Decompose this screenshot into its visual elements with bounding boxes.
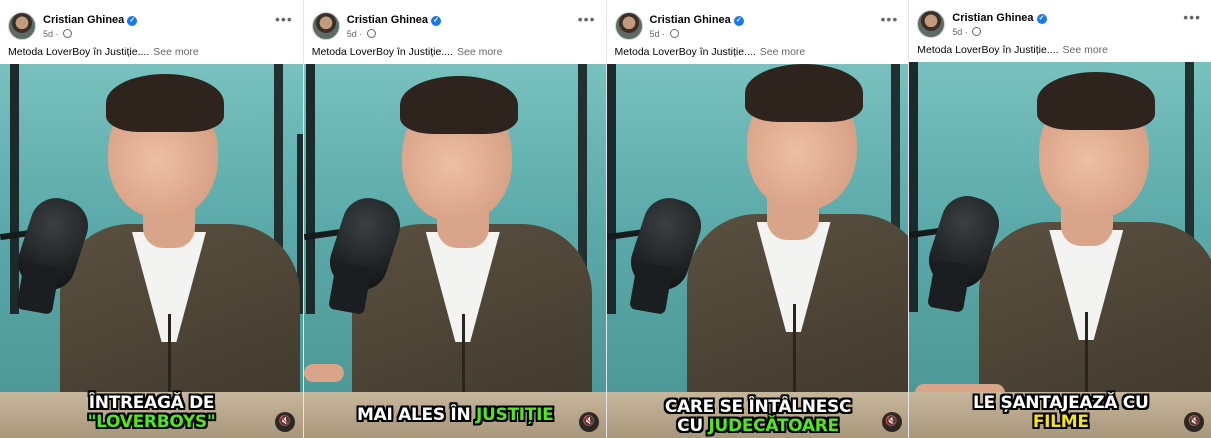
muted-speaker-icon[interactable]: 🔇: [275, 412, 295, 432]
video-subtitle: ÎNTREAGĂ DE "LOVERBOYS": [0, 394, 303, 432]
see-more-link[interactable]: See more: [457, 46, 503, 58]
verified-badge-icon: ✓: [1036, 14, 1047, 24]
video-subtitle: MAI ALES ÎN JUSTIȚIE: [357, 405, 554, 425]
subtitle-highlight: FILME: [1032, 412, 1089, 432]
post-header: Cristian Ghinea ✓ 5d · •••: [311, 11, 598, 40]
post-time[interactable]: 5d: [347, 29, 357, 39]
video-post: Cristian Ghinea ✓ 5d · ••• Metoda LoverBo…: [605, 0, 910, 438]
post-header: Cristian Ghinea ✓ 5d · •••: [917, 9, 1203, 38]
caption-text: Metoda LoverBoy în Justiție....: [917, 44, 1059, 56]
post-header: Cristian Ghinea ✓ 5d · •••: [614, 11, 901, 40]
avatar[interactable]: [311, 12, 340, 40]
post-caption: Metoda LoverBoy în Justiție.... See more: [312, 46, 503, 58]
more-options-icon[interactable]: •••: [881, 11, 899, 27]
muted-speaker-icon[interactable]: 🔇: [881, 412, 902, 432]
caption-text: Metoda LoverBoy în Justiție....: [614, 46, 756, 58]
verified-badge-icon: ✓: [431, 16, 442, 26]
verified-badge-icon: ✓: [733, 16, 744, 26]
more-options-icon[interactable]: •••: [275, 11, 293, 27]
verified-badge-icon: ✓: [127, 16, 138, 26]
video-player[interactable]: MAI ALES ÎN JUSTIȚIE 🔇: [303, 64, 607, 438]
see-more-link[interactable]: See more: [1063, 44, 1109, 56]
video-post: Cristian Ghinea ✓ 5d · ••• Metoda LoverBo…: [302, 0, 607, 438]
subtitle-line: ÎNTREAGĂ DE: [88, 393, 215, 413]
avatar[interactable]: [917, 10, 946, 38]
globe-icon: [669, 29, 679, 38]
avatar[interactable]: [8, 12, 36, 40]
subtitle-line: CARE SE ÎNTÂLNESC: [664, 397, 852, 417]
video-post: Cristian Ghinea ✓ 5d · ••• Metoda LoverBo…: [908, 0, 1211, 438]
video-player[interactable]: CARE SE ÎNTÂLNESC CU JUDECĂTOARE 🔇: [606, 64, 910, 438]
muted-speaker-icon[interactable]: 🔇: [578, 412, 599, 432]
video-post: Cristian Ghinea ✓ 5d · ••• Metoda LoverBo…: [0, 0, 303, 438]
post-time[interactable]: 5d: [43, 29, 53, 39]
subtitle-highlight: "LOVERBOYS": [87, 412, 216, 432]
subtitle-highlight: JUDECĂTOARE: [708, 416, 839, 436]
post-caption: Metoda LoverBoy în Justiție.... See more: [615, 46, 806, 58]
author-name[interactable]: Cristian Ghinea: [347, 14, 428, 26]
subtitle-line: LE ȘANTAJEAZĂ CU: [973, 393, 1149, 413]
post-time[interactable]: 5d: [650, 29, 660, 39]
subtitle-highlight: JUSTIȚIE: [476, 405, 554, 425]
see-more-link[interactable]: See more: [760, 46, 806, 58]
post-time[interactable]: 5d: [952, 27, 962, 37]
avatar[interactable]: [614, 12, 643, 40]
globe-icon: [366, 29, 376, 38]
globe-icon: [972, 27, 982, 36]
globe-icon: [63, 29, 73, 38]
video-player[interactable]: LE ȘANTAJEAZĂ CU FILME 🔇: [909, 62, 1211, 438]
video-subtitle: LE ȘANTAJEAZĂ CU FILME: [909, 394, 1211, 432]
feed-row: Cristian Ghinea ✓ 5d · ••• Metoda LoverBo…: [0, 0, 1211, 438]
see-more-link[interactable]: See more: [153, 46, 199, 58]
more-options-icon[interactable]: •••: [1183, 9, 1201, 25]
post-header: Cristian Ghinea ✓ 5d · •••: [8, 11, 295, 40]
author-name[interactable]: Cristian Ghinea: [650, 14, 731, 26]
author-name[interactable]: Cristian Ghinea: [43, 14, 124, 26]
video-subtitle: CARE SE ÎNTÂLNESC CU JUDECĂTOARE: [607, 398, 910, 436]
caption-text: Metoda LoverBoy în Justiție....: [311, 46, 453, 58]
video-player[interactable]: ÎNTREAGĂ DE "LOVERBOYS" 🔇: [0, 64, 303, 438]
post-caption: Metoda LoverBoy în Justiție.... See more: [917, 44, 1108, 56]
post-caption: Metoda LoverBoy în Justiție.... See more: [8, 46, 199, 58]
author-name[interactable]: Cristian Ghinea: [952, 12, 1033, 24]
more-options-icon[interactable]: •••: [578, 11, 596, 27]
caption-text: Metoda LoverBoy în Justiție....: [8, 46, 150, 58]
